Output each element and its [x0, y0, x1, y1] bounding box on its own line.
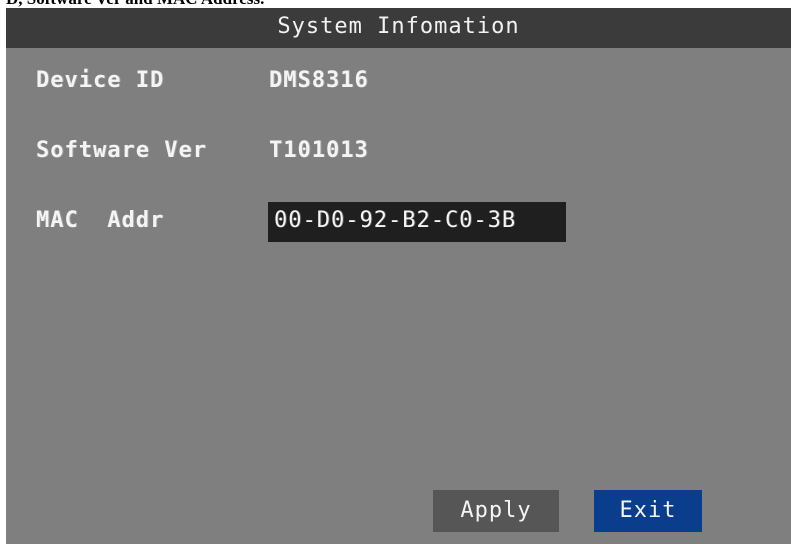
device-id-value: DMS8316: [269, 68, 369, 93]
software-ver-label: Software Ver: [36, 138, 207, 163]
mac-addr-value: 00-D0-92-B2-C0-3B: [274, 208, 517, 233]
mac-addr-field[interactable]: 00-D0-92-B2-C0-3B: [268, 202, 566, 242]
device-id-label: Device ID: [36, 68, 165, 93]
apply-button[interactable]: Apply: [433, 490, 559, 532]
dialog-title: System Infomation: [277, 14, 520, 39]
system-info-dialog: System Infomation Device ID DMS8316 Soft…: [6, 8, 791, 544]
software-ver-value: T101013: [269, 138, 369, 163]
cropped-caption: D, Software Ver and MAC Address.: [0, 0, 791, 8]
software-ver-row: Software Ver T101013: [6, 138, 791, 178]
title-bar: System Infomation: [6, 8, 791, 48]
mac-addr-label: MAC Addr: [36, 208, 165, 233]
caption-text: D, Software Ver and MAC Address.: [6, 0, 264, 8]
device-id-row: Device ID DMS8316: [6, 68, 791, 108]
exit-button[interactable]: Exit: [594, 490, 702, 532]
